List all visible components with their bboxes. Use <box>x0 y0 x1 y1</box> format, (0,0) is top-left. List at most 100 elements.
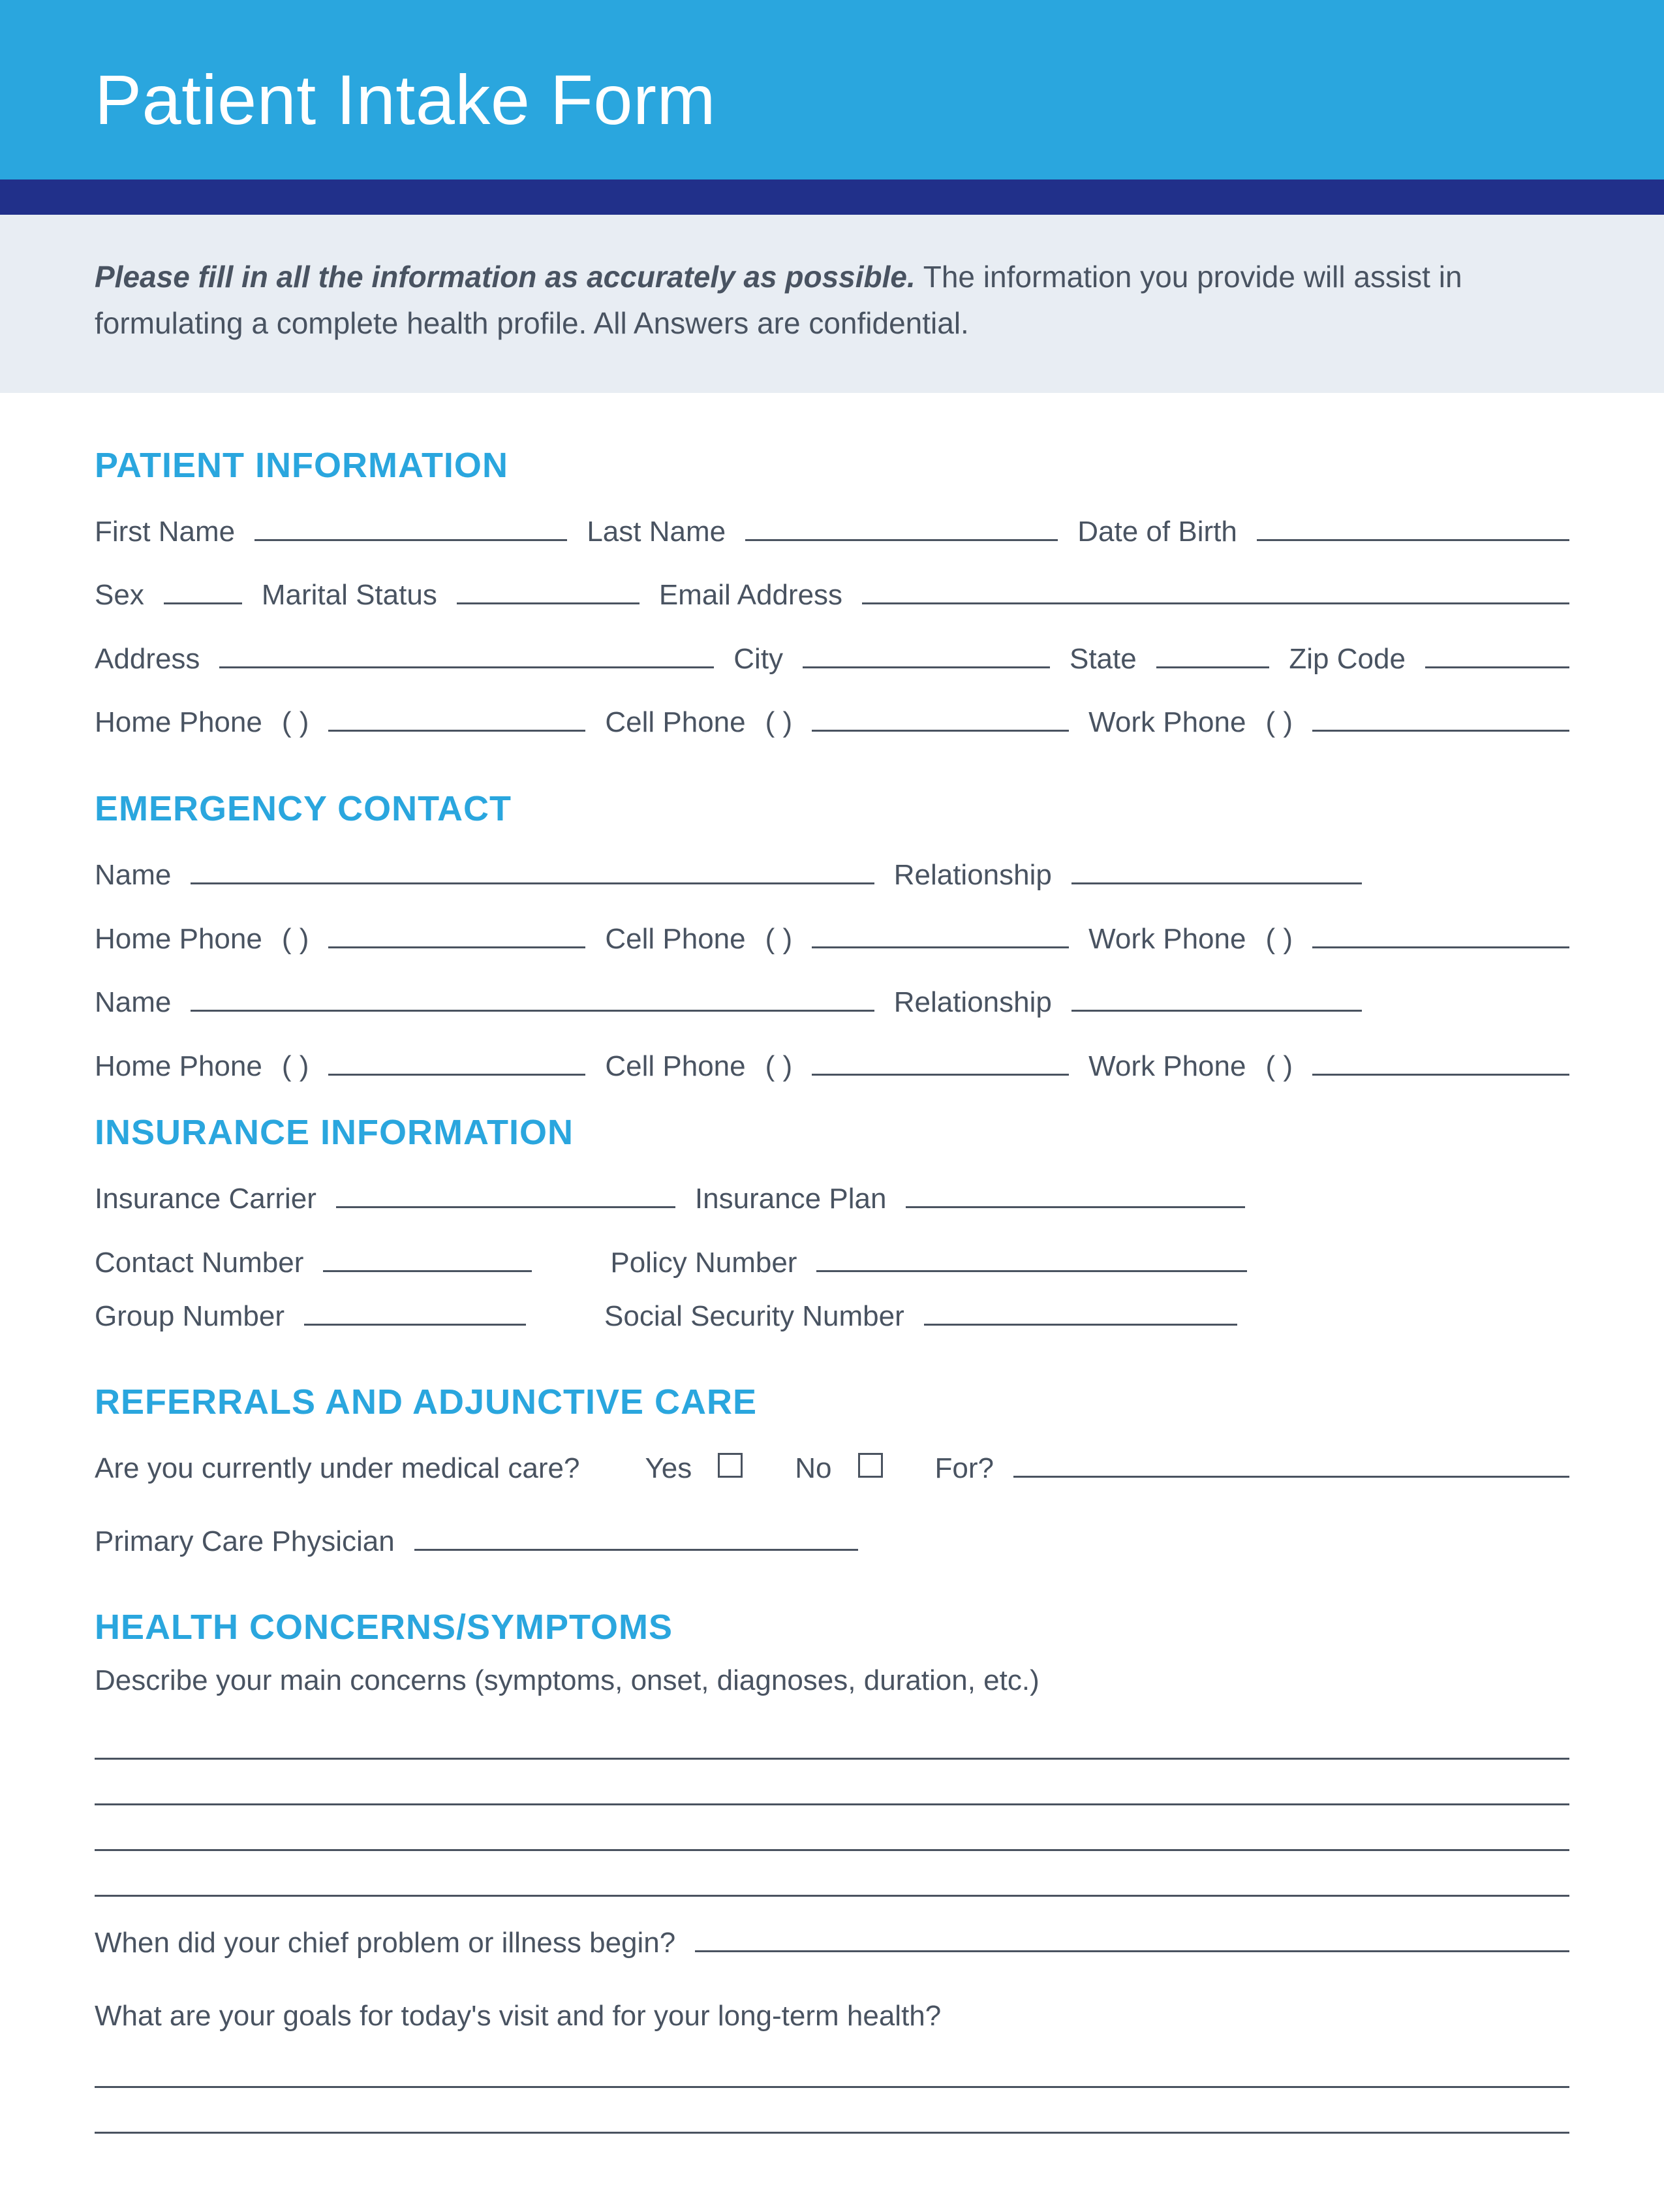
input-ec2-work[interactable] <box>1312 1053 1569 1076</box>
input-contact[interactable] <box>323 1250 532 1272</box>
label-ec1-work: Work Phone <box>1088 919 1246 959</box>
intro-text: Please fill in all the information as ac… <box>95 254 1569 347</box>
input-ec2-name[interactable] <box>191 989 874 1012</box>
row-ec2-name: Name Relationship <box>95 982 1569 1023</box>
row-ec1-name: Name Relationship <box>95 855 1569 896</box>
input-ssn[interactable] <box>924 1303 1237 1326</box>
input-ec1-work[interactable] <box>1312 926 1569 948</box>
section-insurance-title: INSURANCE INFORMATION <box>95 1112 1569 1153</box>
home-phone-paren: ( ) <box>282 702 309 743</box>
input-marital[interactable] <box>457 582 639 604</box>
input-state[interactable] <box>1156 646 1270 668</box>
input-describe-line-1[interactable] <box>95 1714 1569 1760</box>
checkbox-yes[interactable] <box>718 1453 743 1478</box>
checkbox-no[interactable] <box>858 1453 883 1478</box>
ec2-work-paren: ( ) <box>1265 1046 1293 1087</box>
input-ec2-rel[interactable] <box>1071 989 1362 1012</box>
input-cell-phone[interactable] <box>812 709 1069 732</box>
row-onset: When did your chief problem or illness b… <box>95 1923 1569 1963</box>
section-patient-title: PATIENT INFORMATION <box>95 445 1569 486</box>
row-name-dob: First Name Last Name Date of Birth <box>95 512 1569 552</box>
input-plan[interactable] <box>906 1186 1245 1208</box>
input-ec1-cell[interactable] <box>812 926 1069 948</box>
row-ec1-phones: Home Phone ( ) Cell Phone ( ) Work Phone… <box>95 919 1569 959</box>
row-ins-contact-policy: Contact Number Policy Number <box>95 1243 1569 1283</box>
input-dob[interactable] <box>1257 519 1569 541</box>
label-email: Email Address <box>659 575 842 615</box>
input-onset[interactable] <box>695 1930 1569 1952</box>
section-emergency-title: EMERGENCY CONTACT <box>95 788 1569 829</box>
input-ec1-home[interactable] <box>328 926 585 948</box>
header-banner: Patient Intake Form <box>0 0 1664 179</box>
label-city: City <box>733 639 783 679</box>
row-sex-marital-email: Sex Marital Status Email Address <box>95 575 1569 615</box>
label-address: Address <box>95 639 200 679</box>
cell-phone-paren: ( ) <box>765 702 793 743</box>
input-describe-line-3[interactable] <box>95 1805 1569 1851</box>
input-group[interactable] <box>304 1303 526 1326</box>
input-ec2-home[interactable] <box>328 1053 585 1076</box>
label-ssn: Social Security Number <box>604 1296 904 1337</box>
row-address: Address City State Zip Code <box>95 639 1569 679</box>
input-ec1-name[interactable] <box>191 862 874 884</box>
label-onset: When did your chief problem or illness b… <box>95 1923 675 1963</box>
ec2-home-paren: ( ) <box>282 1046 309 1087</box>
label-medcare-q: Are you currently under medical care? <box>95 1448 579 1489</box>
label-plan: Insurance Plan <box>695 1179 887 1219</box>
label-no: No <box>795 1448 831 1489</box>
label-contact: Contact Number <box>95 1243 303 1283</box>
ec1-work-paren: ( ) <box>1265 919 1293 959</box>
input-goals-line-1[interactable] <box>95 2042 1569 2088</box>
label-policy: Policy Number <box>610 1243 797 1283</box>
label-zip: Zip Code <box>1289 639 1406 679</box>
input-sex[interactable] <box>164 582 242 604</box>
label-ec1-name: Name <box>95 855 171 896</box>
input-address[interactable] <box>219 646 714 668</box>
input-describe-line-4[interactable] <box>95 1851 1569 1897</box>
label-sex: Sex <box>95 575 144 615</box>
input-for[interactable] <box>1013 1456 1569 1478</box>
input-carrier[interactable] <box>336 1186 675 1208</box>
row-ins-carrier-plan: Insurance Carrier Insurance Plan <box>95 1179 1569 1219</box>
label-cell-phone: Cell Phone <box>605 702 745 743</box>
input-describe-line-2[interactable] <box>95 1760 1569 1805</box>
label-ec1-rel: Relationship <box>894 855 1052 896</box>
work-phone-paren: ( ) <box>1265 702 1293 743</box>
input-last-name[interactable] <box>745 519 1058 541</box>
accent-bar <box>0 179 1664 215</box>
input-goals-line-2[interactable] <box>95 2088 1569 2134</box>
label-first-name: First Name <box>95 512 235 552</box>
input-work-phone[interactable] <box>1312 709 1569 732</box>
page-root: Patient Intake Form Please fill in all t… <box>0 0 1664 2212</box>
input-email[interactable] <box>862 582 1569 604</box>
input-zip[interactable] <box>1425 646 1569 668</box>
label-ec1-cell: Cell Phone <box>605 919 745 959</box>
input-ec2-cell[interactable] <box>812 1053 1069 1076</box>
label-ec2-home: Home Phone <box>95 1046 262 1087</box>
label-ec2-rel: Relationship <box>894 982 1052 1023</box>
label-ec1-home: Home Phone <box>95 919 262 959</box>
input-home-phone[interactable] <box>328 709 585 732</box>
label-dob: Date of Birth <box>1077 512 1237 552</box>
input-first-name[interactable] <box>254 519 567 541</box>
label-home-phone: Home Phone <box>95 702 262 743</box>
label-describe: Describe your main concerns (symptoms, o… <box>95 1660 1040 1701</box>
input-pcp[interactable] <box>414 1529 858 1551</box>
label-last-name: Last Name <box>587 512 726 552</box>
label-yes: Yes <box>645 1448 692 1489</box>
input-ec1-rel[interactable] <box>1071 862 1362 884</box>
intro-panel: Please fill in all the information as ac… <box>0 215 1664 393</box>
label-carrier: Insurance Carrier <box>95 1179 316 1219</box>
input-city[interactable] <box>803 646 1050 668</box>
label-group: Group Number <box>95 1296 285 1337</box>
section-referrals-title: REFERRALS AND ADJUNCTIVE CARE <box>95 1382 1569 1422</box>
row-describe-label: Describe your main concerns (symptoms, o… <box>95 1660 1569 1701</box>
intro-lead: Please fill in all the information as ac… <box>95 260 916 294</box>
row-goals-label: What are your goals for today's visit an… <box>95 1996 1569 2036</box>
label-state: State <box>1070 639 1137 679</box>
ec1-home-paren: ( ) <box>282 919 309 959</box>
section-health-title: HEALTH CONCERNS/SYMPTOMS <box>95 1607 1569 1647</box>
label-work-phone: Work Phone <box>1088 702 1246 743</box>
label-pcp: Primary Care Physician <box>95 1521 395 1562</box>
input-policy[interactable] <box>816 1250 1247 1272</box>
